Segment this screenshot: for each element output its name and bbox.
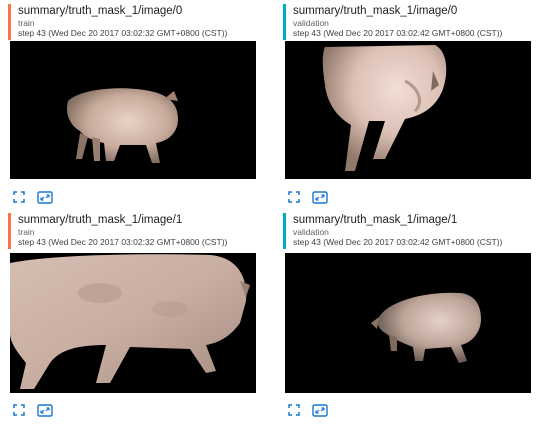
step-info: step 43 (Wed Dec 20 2017 03:02:32 GMT+08… (18, 28, 228, 38)
pig-shape (322, 45, 447, 171)
card-title: summary/truth_mask_1/image/1 (293, 214, 458, 226)
summary-image (285, 41, 531, 179)
summary-image (285, 253, 531, 393)
image-card-train-1: summary/truth_mask_1/image/1 train step … (8, 213, 262, 419)
image-card-validation-1: summary/truth_mask_1/image/1 validation … (283, 213, 537, 419)
card-title: summary/truth_mask_1/image/0 (293, 5, 458, 17)
card-header: summary/truth_mask_1/image/1 train step … (8, 213, 268, 249)
pig-shape (66, 88, 178, 163)
image-card-train-0: summary/truth_mask_1/image/0 train step … (8, 4, 262, 210)
image-toolbar (285, 401, 365, 421)
card-title: summary/truth_mask_1/image/1 (18, 214, 183, 226)
pig-shape (371, 292, 481, 363)
step-info: step 43 (Wed Dec 20 2017 03:02:32 GMT+08… (18, 237, 228, 247)
run-name: train (18, 227, 35, 237)
fit-to-screen-button[interactable] (285, 401, 303, 419)
step-info: step 43 (Wed Dec 20 2017 03:02:42 GMT+08… (293, 237, 503, 247)
fit-to-screen-button[interactable] (10, 401, 28, 419)
fit-to-screen-button[interactable] (285, 188, 303, 206)
card-header: summary/truth_mask_1/image/1 validation … (283, 213, 539, 249)
run-name: validation (293, 227, 329, 237)
fit-to-screen-icon (13, 191, 25, 203)
card-header: summary/truth_mask_1/image/0 train step … (8, 4, 268, 40)
image-card-validation-0: summary/truth_mask_1/image/0 validation … (283, 4, 537, 210)
image-toolbar (10, 188, 90, 208)
summary-image (10, 41, 256, 179)
summary-image (10, 253, 256, 393)
actual-size-icon (37, 190, 53, 204)
card-header: summary/truth_mask_1/image/0 validation … (283, 4, 539, 40)
card-title: summary/truth_mask_1/image/0 (18, 5, 183, 17)
fit-to-screen-icon (288, 191, 300, 203)
fit-to-screen-icon (13, 404, 25, 416)
fit-to-screen-icon (288, 404, 300, 416)
pig-shape (10, 254, 250, 389)
actual-size-icon (37, 403, 53, 417)
fit-to-screen-button[interactable] (10, 188, 28, 206)
run-name: validation (293, 18, 329, 28)
run-name: train (18, 18, 35, 28)
actual-size-button[interactable] (36, 188, 54, 206)
actual-size-button[interactable] (36, 401, 54, 419)
step-info: step 43 (Wed Dec 20 2017 03:02:42 GMT+08… (293, 28, 503, 38)
actual-size-button[interactable] (311, 401, 329, 419)
actual-size-icon (312, 190, 328, 204)
image-toolbar (285, 188, 365, 208)
actual-size-button[interactable] (311, 188, 329, 206)
actual-size-icon (312, 403, 328, 417)
image-toolbar (10, 401, 90, 421)
